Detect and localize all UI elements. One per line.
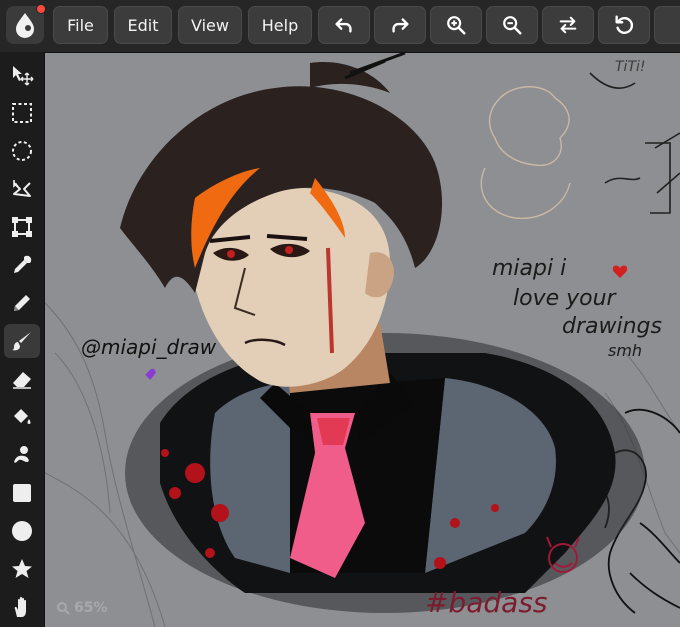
- transform-icon: [12, 217, 32, 237]
- pencil-tool[interactable]: [4, 286, 40, 320]
- pencil-icon: [14, 295, 30, 311]
- redo-icon: [392, 18, 409, 33]
- edit-menu[interactable]: Edit: [114, 6, 172, 44]
- rotate-icon: [615, 15, 634, 34]
- move-tool[interactable]: [4, 58, 40, 92]
- file-menu[interactable]: File: [53, 6, 108, 44]
- zoom-out-button[interactable]: [486, 6, 538, 44]
- zoom-in-icon: [447, 16, 466, 35]
- note-line-3: drawings: [562, 314, 662, 339]
- note-line-4: smh: [608, 341, 643, 360]
- eraser-icon: [13, 372, 31, 389]
- star-shape-icon: [12, 559, 32, 578]
- ink-doodle-right: [589, 72, 680, 214]
- drop-logo-icon: [16, 13, 34, 38]
- undo-button[interactable]: [318, 6, 370, 44]
- purple-heart-icon: [145, 368, 156, 380]
- swap-button[interactable]: [542, 6, 594, 44]
- lasso-tool[interactable]: [4, 172, 40, 206]
- pen-stroke: [344, 53, 406, 80]
- note-line-2: love your: [513, 286, 616, 311]
- ellipse-select-icon: [12, 141, 32, 161]
- brush-icon: [12, 332, 31, 351]
- move-icon: [13, 66, 34, 86]
- note-line-1: miapi i: [492, 256, 567, 281]
- zoom-indicator: 65%: [56, 600, 108, 616]
- fill-bucket-icon: [14, 409, 31, 424]
- ear: [365, 252, 394, 298]
- corner-scribble: TiTi!: [615, 59, 646, 75]
- star-shape-tool[interactable]: [4, 552, 40, 586]
- notification-dot: [36, 4, 46, 14]
- cream-doodle: [480, 86, 571, 219]
- zoom-level: 65%: [74, 600, 108, 616]
- hand-tool[interactable]: [4, 590, 40, 624]
- square-shape-icon: [13, 484, 31, 502]
- rect-select-tool[interactable]: [4, 96, 40, 130]
- eyedropper-tool[interactable]: [4, 248, 40, 282]
- eraser-tool[interactable]: [4, 362, 40, 396]
- artist-signature: @miapi_draw: [81, 335, 217, 359]
- ellipse-select-tool[interactable]: [4, 134, 40, 168]
- redo-button[interactable]: [374, 6, 426, 44]
- badass-tag: #badass: [425, 586, 548, 619]
- zoom-out-icon: [503, 16, 522, 35]
- transform-tool[interactable]: [4, 210, 40, 244]
- view-menu[interactable]: View: [178, 6, 242, 44]
- swap-icon: [559, 16, 577, 34]
- help-menu[interactable]: Help: [248, 6, 312, 44]
- app-logo[interactable]: [6, 4, 46, 44]
- brush-tool[interactable]: [4, 324, 40, 358]
- square-shape-tool[interactable]: [4, 476, 40, 510]
- smudge-icon: [14, 446, 29, 463]
- more-button[interactable]: [654, 6, 680, 44]
- fill-bucket-tool[interactable]: [4, 400, 40, 434]
- rect-select-icon: [12, 103, 32, 123]
- circle-shape-tool[interactable]: [4, 514, 40, 548]
- hand-icon: [14, 596, 26, 617]
- red-heart-icon: [612, 265, 628, 278]
- drawing-canvas[interactable]: @miapi_draw miapi i love your drawings s…: [45, 53, 680, 627]
- zoom-in-button[interactable]: [430, 6, 482, 44]
- eyedropper-icon: [14, 255, 32, 273]
- tool-sidebar: [0, 52, 45, 627]
- zoom-magnifier-icon: [57, 602, 70, 615]
- circle-shape-icon: [12, 521, 32, 541]
- top-toolbar: File Edit View Help: [0, 0, 680, 53]
- undo-icon: [335, 18, 352, 33]
- rotate-button[interactable]: [598, 6, 650, 44]
- smudge-tool[interactable]: [4, 438, 40, 472]
- lasso-icon: [13, 180, 31, 197]
